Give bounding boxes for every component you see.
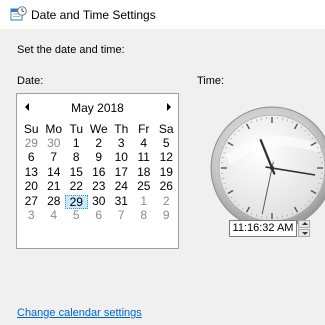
month-title[interactable]: May 2018 [37,101,158,115]
instruction-text: Set the date and time: [17,44,125,56]
calendar-day-other-month[interactable]: 8 [133,209,156,224]
calendar-day[interactable]: 12 [155,151,178,166]
calendar-day[interactable]: 19 [155,165,178,181]
calendar-day[interactable]: 1 [65,136,88,152]
spin-up-button[interactable] [298,220,310,228]
weekday-header: Mo [45,122,63,136]
weekday-header: Sa [158,122,174,136]
analog-clock [210,106,325,225]
calendar-day[interactable]: 7 [43,151,66,166]
calendar-day-other-month[interactable]: 5 [65,209,88,224]
calendar-day[interactable]: 6 [20,151,43,166]
calendar-day[interactable]: 27 [20,194,43,210]
window-title: Date and Time Settings [31,8,156,22]
calendar-grid: Su Mo Tu We Th Fr Sa 29 30 1 2 3 4 5 6 7 8 9 10 11 12 13 14 15 1… [20,122,178,224]
calendar-day[interactable]: 21 [43,180,66,195]
settings-panel: Set the date and time: Date: Time: May 2… [0,29,325,325]
calendar-day[interactable]: 22 [65,180,88,195]
time-label: Time: [197,75,225,87]
calendar-day[interactable]: 30 [88,194,111,210]
calendar-day-other-month[interactable]: 3 [20,209,43,224]
calendar-day[interactable]: 3 [110,136,133,152]
weekday-header: Fr [138,122,150,136]
calendar-day[interactable]: 26 [155,180,178,195]
calendar-day-other-month[interactable]: 9 [155,209,178,224]
calendar-day[interactable]: 31 [110,194,133,210]
calendar-day[interactable]: 17 [110,165,133,181]
calendar-day[interactable]: 10 [110,151,133,166]
calendar-day[interactable]: 23 [88,180,111,195]
calendar-day-other-month[interactable]: 30 [43,136,66,152]
calendar-day[interactable]: 15 [65,165,88,181]
calendar-day-other-month[interactable]: 29 [20,136,43,152]
calendar-day-other-month[interactable]: 7 [110,209,133,224]
next-month-button[interactable] [167,103,171,111]
calendar-clock-icon [10,6,27,21]
calendar-day-other-month[interactable]: 6 [88,209,111,224]
calendar-day[interactable]: 20 [20,180,43,195]
calendar-day[interactable]: 9 [88,151,111,166]
calendar-day[interactable]: 14 [43,165,66,181]
calendar-day[interactable]: 24 [110,180,133,195]
title-bar: Date and Time Settings [0,0,325,28]
weekday-header: Th [114,122,129,136]
previous-month-button[interactable] [25,103,29,111]
spin-down-button[interactable] [298,229,310,237]
calendar-day[interactable]: 11 [133,151,156,166]
calendar-day[interactable]: 29 [65,194,88,209]
calendar-day[interactable]: 25 [133,180,156,195]
calendar-day-other-month[interactable]: 1 [133,194,156,210]
calendar-day[interactable]: 28 [43,194,66,210]
calendar: May 2018 Su Mo Tu We Th Fr Sa 29 30 1 2 3 4 5 6 7 8 9 10 11… [16,93,179,249]
calendar-day-other-month[interactable]: 4 [43,209,66,224]
calendar-day[interactable]: 5 [155,136,178,152]
calendar-day[interactable]: 18 [133,165,156,181]
calendar-day[interactable]: 8 [65,151,88,166]
time-spinner [298,220,310,237]
calendar-day[interactable]: 2 [88,136,111,152]
calendar-header: May 2018 [17,94,178,116]
calendar-day[interactable]: 16 [88,165,111,181]
weekday-header: Tu [69,122,84,136]
change-calendar-settings-link[interactable]: Change calendar settings [17,307,142,319]
clock-center [270,166,274,170]
calendar-day[interactable]: 13 [20,165,43,181]
calendar-day-other-month[interactable]: 2 [155,194,178,210]
time-input[interactable]: 11:16:32 AM [229,220,297,237]
weekday-header: We [89,122,108,136]
calendar-day[interactable]: 4 [133,136,156,152]
date-label: Date: [17,75,44,87]
weekday-header: Su [23,122,39,136]
